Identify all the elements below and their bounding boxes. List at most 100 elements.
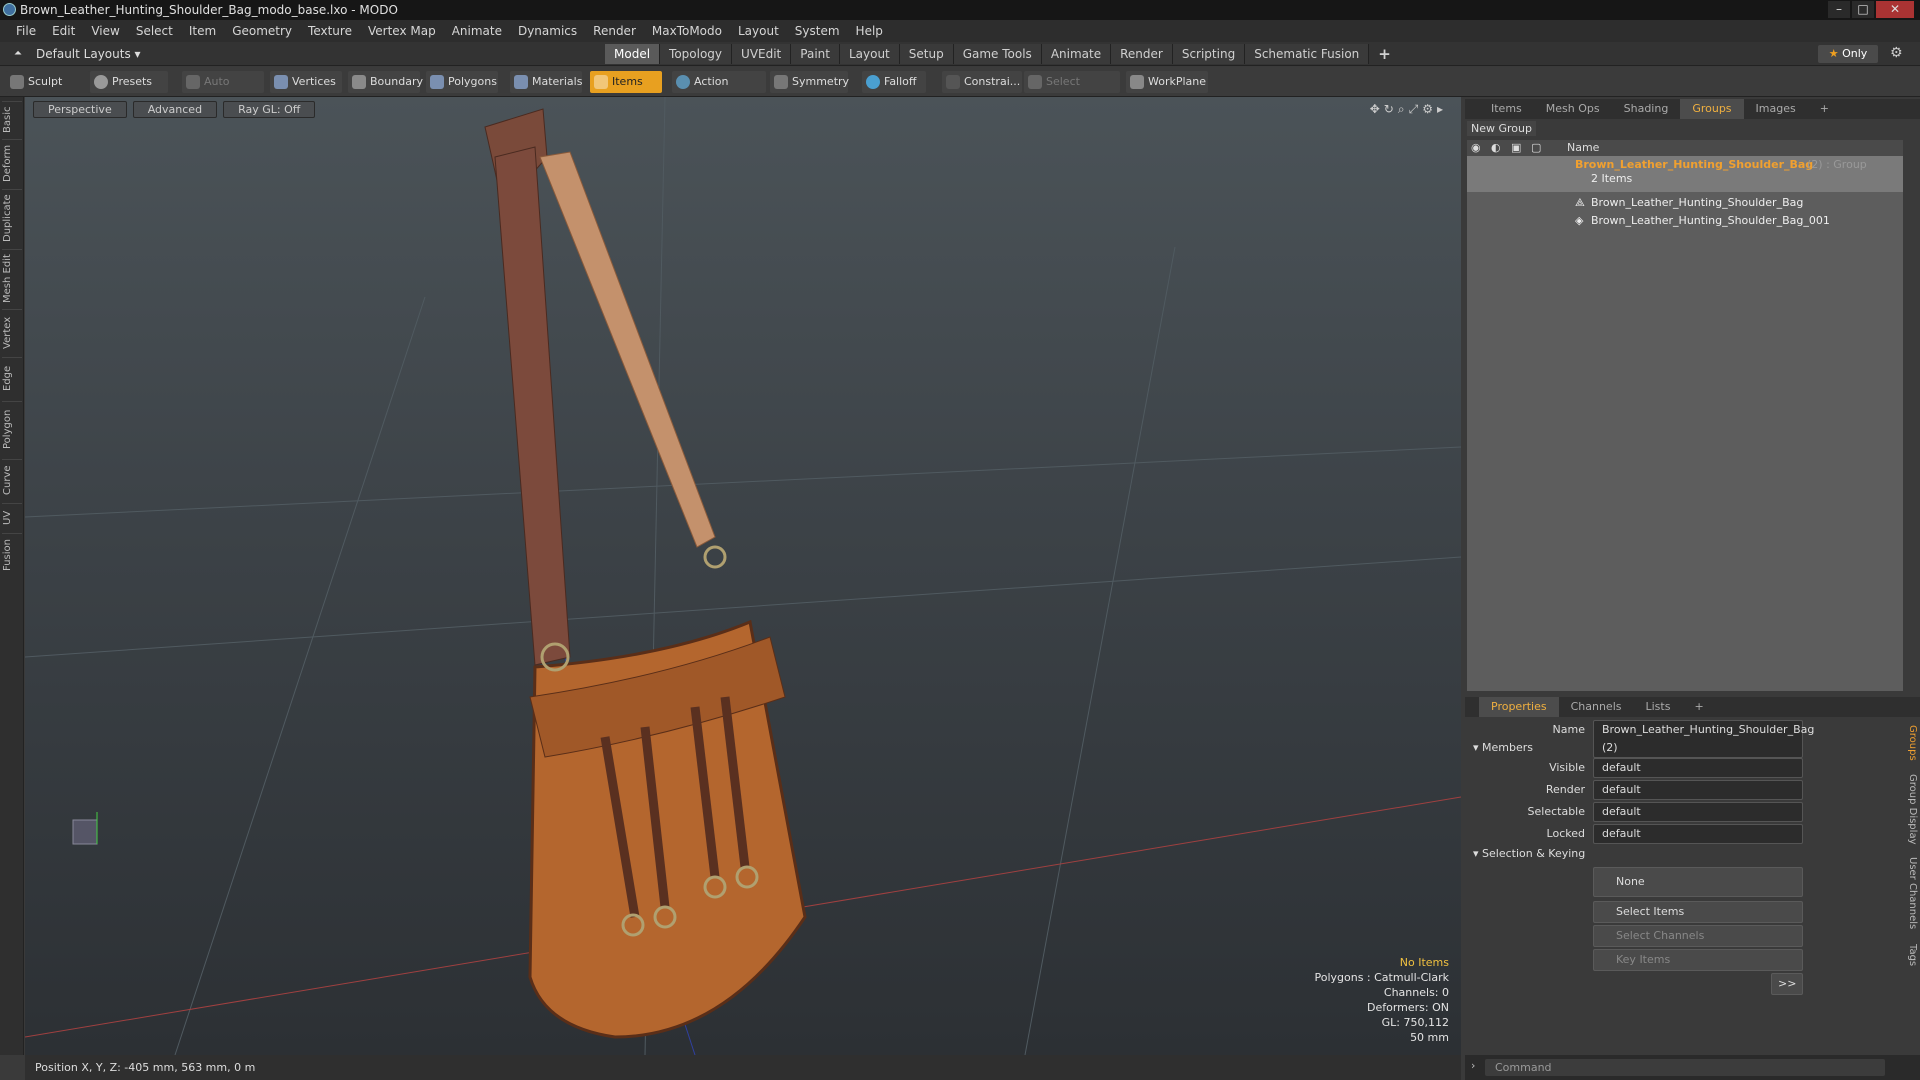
eye-icon[interactable]: ◉ bbox=[1471, 140, 1481, 156]
vertices-button[interactable]: Vertices bbox=[270, 71, 342, 93]
side-tab-tags[interactable]: Tags bbox=[1902, 937, 1918, 973]
tab-polygon[interactable]: Polygon bbox=[2, 401, 22, 457]
add-props-tab-icon[interactable]: + bbox=[1682, 697, 1715, 717]
only-button[interactable]: ★ Only bbox=[1818, 45, 1878, 63]
tab-animate[interactable]: Animate bbox=[1041, 44, 1112, 64]
zoom-view-icon[interactable]: ⌕ bbox=[1398, 102, 1405, 117]
sculpt-button[interactable]: Sculpt bbox=[6, 71, 90, 93]
tab-game-tools[interactable]: Game Tools bbox=[953, 44, 1042, 64]
name-field[interactable]: Brown_Leather_Hunting_Shoulder_Bag (2) bbox=[1593, 720, 1814, 758]
minimize-button[interactable]: – bbox=[1828, 1, 1850, 18]
tab-items[interactable]: Items bbox=[1479, 99, 1534, 119]
name-column-header[interactable]: Name bbox=[1567, 140, 1599, 156]
menu-animate[interactable]: Animate bbox=[444, 24, 510, 38]
tab-uvedit[interactable]: UVEdit bbox=[732, 44, 792, 64]
visible-dropdown[interactable]: default bbox=[1593, 758, 1803, 778]
layouts-dropdown[interactable]: ⏶ Default Layouts ▾ bbox=[12, 45, 141, 63]
constraints-button[interactable]: Constrai... bbox=[942, 71, 1022, 93]
raygl-toggle[interactable]: Ray GL: Off bbox=[223, 101, 316, 118]
items-button[interactable]: Items bbox=[590, 71, 662, 93]
tab-topology[interactable]: Topology bbox=[660, 44, 733, 64]
tab-paint[interactable]: Paint bbox=[791, 44, 840, 64]
menu-help[interactable]: Help bbox=[848, 24, 891, 38]
render-icon[interactable]: ◐ bbox=[1491, 140, 1501, 156]
menu-system[interactable]: System bbox=[787, 24, 848, 38]
tab-groups[interactable]: Groups bbox=[1680, 99, 1744, 119]
command-input[interactable]: Command bbox=[1485, 1059, 1885, 1076]
lock-icon[interactable]: ▣ bbox=[1511, 140, 1521, 156]
maximize-button[interactable]: □ bbox=[1852, 1, 1874, 18]
tab-vertex[interactable]: Vertex bbox=[2, 309, 22, 355]
tab-basic[interactable]: Basic bbox=[2, 101, 22, 137]
perspective-dropdown[interactable]: Perspective bbox=[33, 101, 127, 118]
menu-item[interactable]: Item bbox=[181, 24, 224, 38]
tab-curve[interactable]: Curve bbox=[2, 459, 22, 501]
advanced-dropdown[interactable]: Advanced bbox=[132, 101, 218, 118]
boundary-button[interactable]: Boundary bbox=[348, 71, 423, 93]
select-channels-button[interactable]: Select Channels bbox=[1593, 925, 1803, 947]
menu-view[interactable]: View bbox=[83, 24, 127, 38]
new-group-button[interactable]: New Group bbox=[1467, 121, 1536, 136]
side-tab-groups[interactable]: Groups bbox=[1902, 723, 1918, 763]
tab-edge[interactable]: Edge bbox=[2, 357, 22, 399]
materials-button[interactable]: Materials bbox=[510, 71, 582, 93]
action-center-button[interactable]: Action Center bbox=[672, 71, 766, 110]
falloff-button[interactable]: Falloff bbox=[862, 71, 926, 93]
tab-lists[interactable]: Lists bbox=[1634, 697, 1683, 717]
key-items-button[interactable]: Key Items bbox=[1593, 949, 1803, 971]
tab-fusion[interactable]: Fusion bbox=[2, 533, 22, 577]
add-panel-tab-icon[interactable]: + bbox=[1808, 99, 1841, 119]
3d-viewport[interactable]: Perspective Advanced Ray GL: Off ✥ ↻ ⌕ ⤢… bbox=[25, 97, 1461, 1055]
selectable-dropdown[interactable]: default bbox=[1593, 802, 1803, 822]
auto-select-button[interactable]: Auto Select bbox=[182, 71, 264, 110]
tab-model[interactable]: Model bbox=[605, 44, 661, 64]
tab-shading[interactable]: Shading bbox=[1612, 99, 1681, 119]
tab-duplicate[interactable]: Duplicate bbox=[2, 189, 22, 247]
menu-render[interactable]: Render bbox=[585, 24, 644, 38]
move-view-icon[interactable]: ✥ bbox=[1370, 102, 1380, 117]
side-tab-user-channels[interactable]: User Channels bbox=[1902, 853, 1918, 933]
tab-schematic-fusion[interactable]: Schematic Fusion bbox=[1245, 44, 1370, 64]
list-item[interactable]: ⟁ Brown_Leather_Hunting_Shoulder_Bag bbox=[1467, 194, 1903, 212]
locked-dropdown[interactable]: default bbox=[1593, 824, 1803, 844]
menu-geometry[interactable]: Geometry bbox=[224, 24, 300, 38]
render-dropdown[interactable]: default bbox=[1593, 780, 1803, 800]
side-tab-group-display[interactable]: Group Display bbox=[1902, 769, 1918, 849]
select-items-button[interactable]: Select Items bbox=[1593, 901, 1803, 923]
rotate-view-icon[interactable]: ↻ bbox=[1384, 102, 1394, 117]
leather-bag-model[interactable] bbox=[484, 108, 807, 1039]
tab-render[interactable]: Render bbox=[1111, 44, 1173, 64]
menu-dynamics[interactable]: Dynamics bbox=[510, 24, 585, 38]
tab-images[interactable]: Images bbox=[1744, 99, 1808, 119]
presets-button[interactable]: Presets bbox=[90, 71, 168, 93]
tab-properties[interactable]: Properties bbox=[1479, 697, 1559, 717]
selection-keying-section[interactable]: ▾ Selection & Keying bbox=[1473, 847, 1585, 860]
group-row[interactable]: Brown_Leather_Hunting_Shoulder_Bag (2) :… bbox=[1467, 156, 1903, 192]
tab-scripting[interactable]: Scripting bbox=[1172, 44, 1246, 64]
fit-view-icon[interactable]: ⤢ bbox=[1409, 102, 1419, 117]
more-button[interactable]: >> bbox=[1771, 973, 1803, 995]
gear-icon[interactable]: ⚙ bbox=[1890, 45, 1903, 61]
tab-setup[interactable]: Setup bbox=[899, 44, 954, 64]
viewport-gear-icon[interactable]: ⚙ bbox=[1422, 102, 1433, 117]
tab-mesh-ops[interactable]: Mesh Ops bbox=[1534, 99, 1612, 119]
members-section[interactable]: ▾ Members bbox=[1473, 741, 1533, 754]
close-button[interactable]: ✕ bbox=[1876, 1, 1914, 18]
add-tab-icon[interactable]: + bbox=[1369, 44, 1400, 64]
select-icon[interactable]: ▢ bbox=[1531, 140, 1541, 156]
tab-uv[interactable]: UV bbox=[2, 503, 22, 531]
list-item[interactable]: ◈ Brown_Leather_Hunting_Shoulder_Bag_001 bbox=[1467, 212, 1903, 230]
menu-vertex-map[interactable]: Vertex Map bbox=[360, 24, 444, 38]
menu-texture[interactable]: Texture bbox=[300, 24, 360, 38]
expand-arrow-icon[interactable]: ▸ bbox=[1437, 102, 1443, 117]
polygons-button[interactable]: Polygons bbox=[426, 71, 498, 93]
workplane-button[interactable]: WorkPlane bbox=[1126, 71, 1208, 93]
tab-mesh-edit[interactable]: Mesh Edit bbox=[2, 249, 22, 307]
menu-file[interactable]: File bbox=[8, 24, 44, 38]
tab-layout[interactable]: Layout bbox=[839, 44, 900, 64]
tab-deform[interactable]: Deform bbox=[2, 139, 22, 187]
tab-channels[interactable]: Channels bbox=[1559, 697, 1634, 717]
symmetry-button[interactable]: Symmetry bbox=[770, 71, 849, 93]
none-button[interactable]: None bbox=[1593, 867, 1803, 897]
menu-maxtomodo[interactable]: MaxToModo bbox=[644, 24, 730, 38]
